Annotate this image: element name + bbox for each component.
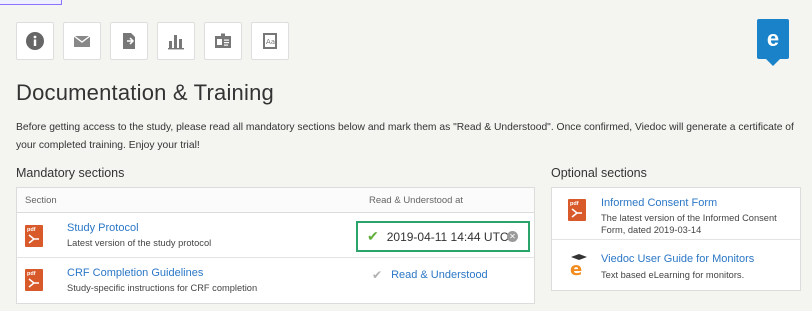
- pdf-icon: pdf: [568, 199, 586, 221]
- list-item: e Viedoc User Guide for Monitors Text ba…: [552, 240, 800, 292]
- top-accent-bar: [0, 0, 62, 5]
- list-item: pdf Informed Consent Form The latest ver…: [552, 188, 800, 240]
- svg-text:Aa: Aa: [266, 38, 275, 46]
- logo-glyph: e: [766, 26, 780, 51]
- elearning-icon: e: [570, 254, 587, 277]
- optional-sections-heading: Optional sections: [551, 166, 647, 180]
- chart-icon: [168, 35, 184, 50]
- mail-icon: [73, 35, 91, 47]
- check-icon: ✔: [367, 228, 379, 244]
- pdf-icon: pdf: [25, 225, 43, 247]
- clear-icon[interactable]: ✕: [507, 231, 518, 242]
- pdf-icon: pdf: [25, 269, 43, 291]
- toolbar: Aa: [16, 22, 289, 60]
- read-at-value: 2019-04-11 14:44 UTC: [386, 229, 509, 244]
- info-icon: [26, 32, 44, 50]
- chart-button[interactable]: [157, 22, 195, 60]
- study-protocol-link[interactable]: Study Protocol: [67, 222, 139, 234]
- column-header-section: Section: [25, 195, 57, 206]
- read-understood-timestamp: ✔ 2019-04-11 14:44 UTC ✕: [356, 221, 530, 252]
- id-card-icon: [215, 33, 231, 48]
- table-row: pdf Study Protocol Latest version of the…: [17, 213, 534, 258]
- viedoc-elearning-logo[interactable]: e: [757, 19, 789, 66]
- svg-text:e: e: [570, 259, 582, 277]
- table-row: pdf CRF Completion Guidelines Study-spec…: [17, 258, 534, 303]
- informed-consent-link[interactable]: Informed Consent Form: [601, 197, 717, 209]
- text-document-icon: Aa: [263, 33, 277, 49]
- intro-text: Before getting access to the study, plea…: [16, 122, 794, 151]
- check-icon: ✔: [372, 268, 383, 282]
- read-understood-button[interactable]: ✔ Read & Understood: [372, 268, 488, 282]
- mandatory-sections-heading: Mandatory sections: [16, 166, 125, 180]
- read-understood-label: Read & Understood: [391, 269, 488, 281]
- table-header: Section Read & Understood at: [17, 188, 534, 213]
- id-card-button[interactable]: [204, 22, 242, 60]
- crf-guidelines-link[interactable]: CRF Completion Guidelines: [67, 267, 203, 279]
- informed-consent-description: The latest version of the Informed Conse…: [601, 213, 777, 235]
- export-button[interactable]: [110, 22, 148, 60]
- user-guide-description: Text based eLearning for monitors.: [601, 270, 745, 280]
- text-document-button[interactable]: Aa: [251, 22, 289, 60]
- user-guide-link[interactable]: Viedoc User Guide for Monitors: [601, 253, 754, 265]
- optional-sections-box: pdf Informed Consent Form The latest ver…: [551, 187, 801, 291]
- info-button[interactable]: [16, 22, 54, 60]
- mail-button[interactable]: [63, 22, 101, 60]
- page-title: Documentation & Training: [16, 80, 274, 105]
- column-header-read-at: Read & Understood at: [369, 195, 464, 206]
- crf-guidelines-description: Study-specific instructions for CRF comp…: [67, 283, 258, 293]
- study-protocol-description: Latest version of the study protocol: [67, 238, 212, 248]
- mandatory-sections-table: Section Read & Understood at pdf Study P…: [16, 187, 535, 304]
- document-export-icon: [123, 33, 135, 49]
